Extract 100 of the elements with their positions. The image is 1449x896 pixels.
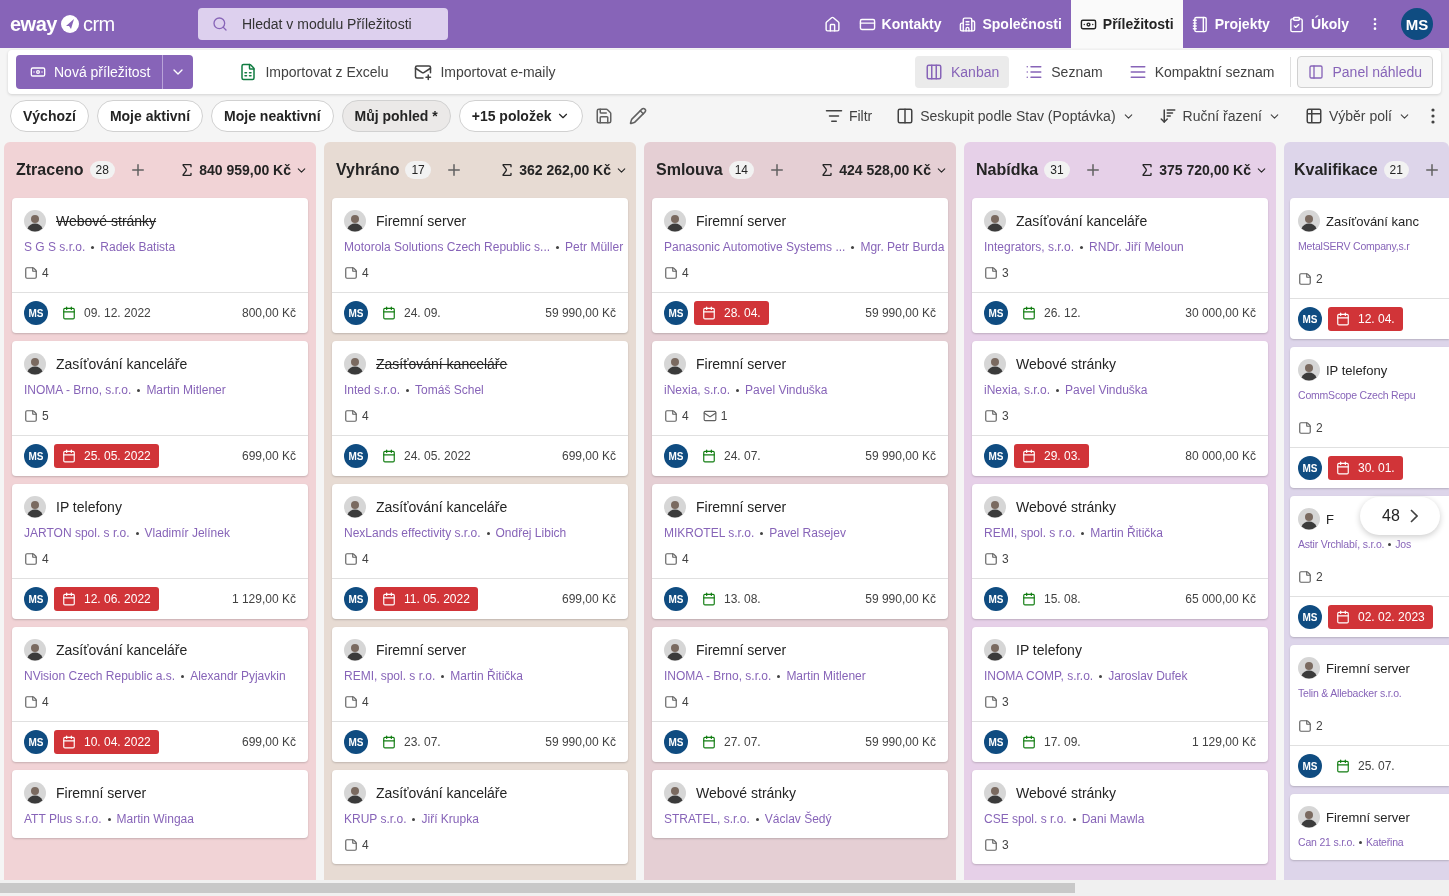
opportunity-card[interactable]: IP telefony INOMA COMP, s.r.o. Jaroslav Dufek 3 MS 17. 09. 1 129,00 Kč [972, 627, 1268, 762]
command-button[interactable]: Ruční řazení [1150, 100, 1289, 132]
column-total[interactable]: 362 262,00 Kč [499, 162, 628, 178]
contact-link[interactable]: Jos [1395, 538, 1411, 550]
contact-link[interactable]: Tomáš Schel [415, 383, 484, 397]
command-button[interactable]: Seskupit podle Stav (Poptávka) [888, 100, 1143, 132]
horizontal-scrollbar[interactable] [0, 880, 1449, 896]
opportunity-card[interactable]: Firemní server iNexia, s.r.o. Pavel Vinduška 4 1 MS 24. 07. 59 990,00 Kč [652, 341, 948, 476]
opportunity-card[interactable]: Zasíťování kanc MetalSERV Company,s.r 2 MS 12. 04. [1290, 198, 1449, 339]
contact-link[interactable]: Jiří Krupka [421, 812, 479, 826]
company-link[interactable]: Telin & Allebacker s.r.o. [1298, 687, 1402, 699]
contact-link[interactable]: Martin Mitlener [146, 383, 226, 397]
opportunity-card[interactable]: Firemní server ATT Plus s.r.o. Martin Wingaa [12, 770, 308, 838]
company-link[interactable]: INOMA COMP, s.r.o. [984, 669, 1094, 683]
company-link[interactable]: S G S s.r.o. [24, 240, 86, 254]
company-link[interactable]: INOMA - Brno, s.r.o. [664, 669, 772, 683]
opportunity-card[interactable]: Firemní server MIKROTEL s.r.o. Pavel Rasejev 4 MS 13. 08. 59 990,00 Kč [652, 484, 948, 619]
contact-link[interactable]: RNDr. Jiří Meloun [1089, 240, 1184, 254]
contact-link[interactable]: Ondřej Libich [495, 526, 567, 540]
view-pill[interactable]: Moje neaktivní [211, 100, 334, 132]
contact-link[interactable]: Václav Šedý [764, 812, 832, 826]
search-field[interactable]: Hledat v modulu Příležitosti [198, 8, 448, 40]
contact-link[interactable]: Martin Mitlener [786, 669, 866, 683]
opportunity-card[interactable]: Zasíťování kanceláře Integrators, s.r.o. RNDr. Jiří Meloun 3 MS 26. 12. 30 000,00 Kč [972, 198, 1268, 333]
opportunity-card[interactable]: Firemní server Telin & Allebacker s.r.o. 2 MS 25. 07. [1290, 645, 1449, 786]
view-button[interactable]: Seznam [1015, 56, 1113, 88]
nav-tab[interactable]: Příležitosti [1070, 0, 1183, 48]
company-link[interactable]: Integrators, s.r.o. [984, 240, 1075, 254]
company-link[interactable]: JARTON spol. s r.o. [24, 526, 130, 540]
company-link[interactable]: NVision Czech Republic a.s. [24, 669, 176, 683]
company-link[interactable]: iNexia, s.r.o. [664, 383, 731, 397]
nav-tab[interactable]: Společnosti [950, 0, 1071, 48]
company-link[interactable]: INOMA - Brno, s.r.o. [24, 383, 132, 397]
contact-link[interactable]: Kateřina [1365, 836, 1404, 848]
company-link[interactable]: Motorola Solutions Czech Republic s... [344, 240, 551, 254]
contact-link[interactable]: Petr Müller [565, 240, 624, 254]
command-button[interactable]: Filtr [816, 100, 881, 132]
column-total[interactable]: 424 528,00 Kč [819, 162, 948, 178]
company-link[interactable]: STRATEL, s.r.o. [664, 812, 750, 826]
logo-text[interactable]: eway [10, 12, 57, 36]
user-avatar[interactable]: MS [1401, 8, 1433, 40]
company-link[interactable]: MetalSERV Company,s.r [1298, 240, 1410, 252]
contact-link[interactable]: Vladimír Jelínek [144, 526, 230, 540]
company-link[interactable]: NexLands effectivity s.r.o. [344, 526, 481, 540]
opportunity-card[interactable]: Zasíťování kanceláře NexLands effectivity s.r.o. Ondřej Libich 4 MS 11. 05. 2022 699,00 Kč [332, 484, 628, 619]
contact-link[interactable]: Pavel Vinduška [1065, 383, 1148, 397]
company-link[interactable]: Can 21 s.r.o. [1298, 836, 1355, 848]
contact-link[interactable]: Alexandr Pyjavkin [190, 669, 286, 683]
opportunity-card[interactable]: Firemní server INOMA - Brno, s.r.o. Martin Mitlener 4 MS 27. 07. 59 990,00 Kč [652, 627, 948, 762]
company-link[interactable]: Inted s.r.o. [344, 383, 401, 397]
view-button[interactable]: Kompaktní seznam [1118, 56, 1285, 88]
contact-link[interactable]: Pavel Vinduška [745, 383, 828, 397]
opportunity-card[interactable]: Firemní server Motorola Solutions Czech Republic s... Petr Müller 4 MS 24. 09. 59 990,00 Kč [332, 198, 628, 333]
logo-icon[interactable] [59, 14, 80, 34]
nav-tab[interactable]: Úkoly [1278, 0, 1358, 48]
contact-link[interactable]: Martin Wingaa [116, 812, 194, 826]
pager-button[interactable]: 48 [1360, 497, 1440, 535]
company-link[interactable]: CSE spol. s r.o. [984, 812, 1067, 826]
contact-link[interactable]: Martin Řitička [1090, 526, 1164, 540]
company-link[interactable]: REMI, spol. s r.o. [984, 526, 1076, 540]
column-total[interactable]: 375 720,00 Kč [1139, 162, 1268, 178]
company-link[interactable]: ATT Plus s.r.o. [24, 812, 102, 826]
opportunity-card[interactable]: Zasíťování kanceláře KRUP s.r.o. Jiří Krupka 4 [332, 770, 628, 864]
command-button[interactable]: Výběr polí [1296, 100, 1419, 132]
opportunity-card[interactable]: Zasíťování kanceláře Inted s.r.o. Tomáš Schel 4 MS 24. 05. 2022 699,00 Kč [332, 341, 628, 476]
opportunity-card[interactable]: Zasíťování kanceláře INOMA - Brno, s.r.o. Martin Mitlener 5 MS 25. 05. 2022 699,00 Kč [12, 341, 308, 476]
view-button[interactable]: Kanban [915, 56, 1010, 88]
opportunity-card[interactable]: Webové stránky S G S s.r.o. Radek Batista 4 MS 09. 12. 2022 800,00 Kč [12, 198, 308, 333]
more-views-button[interactable]: +15 položek [458, 100, 583, 132]
opportunity-card[interactable]: Webové stránky iNexia, s.r.o. Pavel Vinduška 3 MS 29. 03. 80 000,00 Kč [972, 341, 1268, 476]
company-link[interactable]: Astir Vrchlabí, s.r.o. [1298, 538, 1385, 550]
view-pill[interactable]: Výchozí [10, 100, 89, 132]
view-pill[interactable]: Můj pohled * [341, 100, 451, 132]
company-link[interactable]: REMI, spol. s r.o. [344, 669, 436, 683]
nav-tab[interactable]: Projekty [1182, 0, 1279, 48]
import-button[interactable]: Importovat e-maily [404, 56, 566, 88]
company-link[interactable]: MIKROTEL s.r.o. [664, 526, 755, 540]
company-link[interactable]: iNexia, s.r.o. [984, 383, 1051, 397]
opportunity-card[interactable]: Zasíťování kanceláře NVision Czech Republic a.s. Alexandr Pyjavkin 4 MS 10. 04. 2022 699,00 Kč [12, 627, 308, 762]
contact-link[interactable]: Jaroslav Dufek [1108, 669, 1188, 683]
contact-link[interactable]: Dani Mawla [1081, 812, 1145, 826]
company-link[interactable]: KRUP s.r.o. [344, 812, 407, 826]
logo-text[interactable]: crm [82, 12, 115, 36]
column-total[interactable]: 840 959,00 Kč [179, 162, 308, 178]
opportunity-card[interactable]: Webové stránky REMI, spol. s r.o. Martin Řitička 3 MS 15. 08. 65 000,00 Kč [972, 484, 1268, 619]
opportunity-card[interactable]: Firemní server Panasonic Automotive Systems ... Mgr. Petr Burda 4 MS 28. 04. 59 990,00 Kč [652, 198, 948, 333]
company-link[interactable]: Panasonic Automotive Systems ... [664, 240, 846, 254]
opportunity-card[interactable]: IP telefony CommScope Czech Repu 2 MS 30. 01. [1290, 347, 1449, 488]
nav-tab[interactable]: Kontakty [849, 0, 951, 48]
contact-link[interactable]: Mgr. Petr Burda [860, 240, 945, 254]
opportunity-card[interactable]: IP telefony JARTON spol. s r.o. Vladimír Jelínek 4 MS 12. 06. 2022 1 129,00 Kč [12, 484, 308, 619]
contact-link[interactable]: Martin Řitička [450, 669, 524, 683]
preview-panel-button[interactable]: Panel náhledu [1297, 56, 1433, 88]
opportunity-card[interactable]: Webové stránky CSE spol. s r.o. Dani Mawla 3 [972, 770, 1268, 864]
import-button[interactable]: Importovat z Excelu [229, 56, 399, 88]
view-pill[interactable]: Moje aktivní [96, 100, 204, 132]
contact-link[interactable]: Radek Batista [100, 240, 176, 254]
opportunity-card[interactable]: Firemní server REMI, spol. s r.o. Martin Řitička 4 MS 23. 07. 59 990,00 Kč [332, 627, 628, 762]
company-link[interactable]: CommScope Czech Repu [1298, 389, 1416, 401]
contact-link[interactable]: Pavel Rasejev [769, 526, 846, 540]
